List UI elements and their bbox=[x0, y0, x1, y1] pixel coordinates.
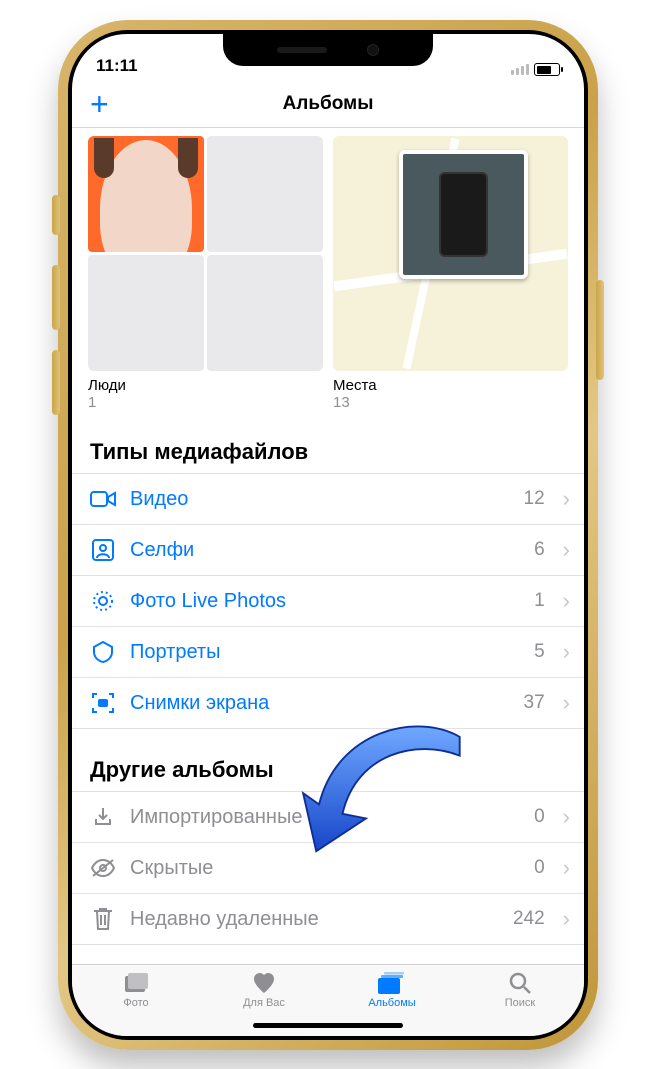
page-title: Альбомы bbox=[283, 93, 374, 115]
chevron-right-icon: › bbox=[563, 690, 570, 716]
chevron-right-icon: › bbox=[563, 486, 570, 512]
chevron-right-icon: › bbox=[563, 537, 570, 563]
livephoto-icon bbox=[90, 588, 116, 614]
row-portraits[interactable]: Портреты 5 › bbox=[72, 626, 584, 677]
phone-frame: 11:11 + Альбомы bbox=[58, 20, 598, 1050]
row-screenshots[interactable]: Снимки экрана 37 › bbox=[72, 677, 584, 729]
hidden-icon bbox=[90, 855, 116, 881]
search-tab-icon bbox=[506, 971, 534, 995]
row-recently-deleted[interactable]: Недавно удаленные 242 › bbox=[72, 893, 584, 945]
album-places-label: Места bbox=[333, 377, 568, 394]
screenshot-icon bbox=[90, 690, 116, 716]
album-places-count: 13 bbox=[333, 394, 568, 411]
album-people-label: Люди bbox=[88, 377, 323, 394]
volume-down-button bbox=[52, 350, 60, 415]
portrait-icon bbox=[90, 639, 116, 665]
row-imported[interactable]: Импортированные 0 › bbox=[72, 791, 584, 842]
notch bbox=[223, 34, 433, 66]
power-button bbox=[596, 280, 604, 380]
chevron-right-icon: › bbox=[563, 588, 570, 614]
selfie-icon bbox=[90, 537, 116, 563]
row-selfie[interactable]: Селфи 6 › bbox=[72, 524, 584, 575]
chevron-right-icon: › bbox=[563, 855, 570, 881]
add-album-button[interactable]: + bbox=[90, 88, 109, 120]
import-icon bbox=[90, 804, 116, 830]
section-media-types-title: Типы медиафайлов bbox=[72, 411, 584, 473]
chevron-right-icon: › bbox=[563, 639, 570, 665]
list-media-types: Видео 12 › Селфи 6 › bbox=[72, 473, 584, 729]
trash-icon bbox=[90, 906, 116, 932]
signal-icon bbox=[511, 64, 529, 75]
albums-tab-icon bbox=[378, 971, 406, 995]
album-places[interactable]: Места 13 bbox=[333, 136, 568, 411]
tab-photos[interactable]: Фото bbox=[72, 971, 200, 1036]
album-people[interactable]: Люди 1 bbox=[88, 136, 323, 411]
row-video[interactable]: Видео 12 › bbox=[72, 473, 584, 524]
home-indicator[interactable] bbox=[253, 1023, 403, 1028]
photos-tab-icon bbox=[122, 971, 150, 995]
row-livephotos[interactable]: Фото Live Photos 1 › bbox=[72, 575, 584, 626]
video-icon bbox=[90, 486, 116, 512]
battery-icon bbox=[534, 63, 560, 76]
section-other-title: Другие альбомы bbox=[72, 729, 584, 791]
album-people-count: 1 bbox=[88, 394, 323, 411]
chevron-right-icon: › bbox=[563, 804, 570, 830]
nav-header: + Альбомы bbox=[72, 80, 584, 128]
volume-up-button bbox=[52, 265, 60, 330]
chevron-right-icon: › bbox=[563, 906, 570, 932]
list-other: Импортированные 0 › Скрытые 0 › bbox=[72, 791, 584, 945]
content-scroll[interactable]: Люди 1 Места 13 bbox=[72, 128, 584, 964]
mute-switch bbox=[52, 195, 60, 235]
foryou-tab-icon bbox=[250, 971, 278, 995]
tab-search[interactable]: Поиск bbox=[456, 971, 584, 1036]
row-hidden[interactable]: Скрытые 0 › bbox=[72, 842, 584, 893]
status-time: 11:11 bbox=[96, 56, 138, 76]
